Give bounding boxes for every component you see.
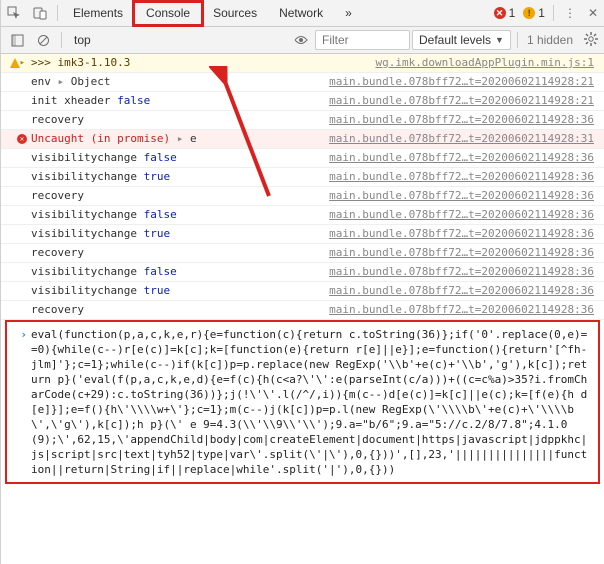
log-row[interactable]: recoverymain.bundle.078bff72…t=202006021… [1, 244, 604, 263]
tabs-overflow[interactable]: » [334, 0, 363, 27]
log-message: recovery [31, 188, 329, 204]
log-source-link[interactable]: main.bundle.078bff72…t=20200602114928:36 [329, 245, 600, 261]
log-message: visibilitychange true [31, 169, 329, 185]
live-expression-icon[interactable] [289, 28, 313, 52]
log-message: recovery [31, 302, 329, 318]
log-source-link[interactable]: main.bundle.078bff72…t=20200602114928:36 [329, 302, 600, 318]
error-icon: ✕ [494, 7, 506, 19]
chevron-down-icon: ▼ [495, 31, 504, 49]
log-row[interactable]: visibilitychange truemain.bundle.078bff7… [1, 168, 604, 187]
log-source-link[interactable]: main.bundle.078bff72…t=20200602114928:36 [329, 112, 600, 128]
log-row[interactable]: visibilitychange falsemain.bundle.078bff… [1, 149, 604, 168]
log-source-link[interactable]: main.bundle.078bff72…t=20200602114928:36 [329, 283, 600, 299]
warning-count-badge[interactable]: ! 1 [523, 6, 545, 20]
log-message: env ▸ Object [31, 74, 329, 90]
separator [61, 32, 62, 48]
log-row[interactable]: ✕ Uncaught (in promise) ▸ emain.bundle.07… [1, 130, 604, 149]
log-source-link[interactable]: main.bundle.078bff72…t=20200602114928:21 [329, 74, 600, 90]
annotation-box: › eval(function(p,a,c,k,e,r){e=function(… [5, 320, 600, 484]
console-toolbar: top Default levels ▼ 1 hidden [1, 27, 604, 54]
svg-text:✕: ✕ [20, 135, 24, 143]
log-source-link[interactable]: main.bundle.078bff72…t=20200602114928:36 [329, 150, 600, 166]
console-input-code[interactable]: eval(function(p,a,c,k,e,r){e=function(c)… [31, 327, 588, 477]
tab-console[interactable]: Console [132, 0, 204, 27]
prompt-caret: › [11, 327, 31, 342]
inspect-icon[interactable] [1, 0, 27, 27]
log-source-link[interactable]: main.bundle.078bff72…t=20200602114928:21 [329, 93, 600, 109]
log-message: Uncaught (in promise) ▸ e [31, 131, 329, 147]
clear-console-icon[interactable] [31, 28, 55, 52]
log-gutter: ▸ [1, 55, 31, 71]
warning-icon: ! [523, 7, 535, 19]
error-count-badge[interactable]: ✕ 1 [494, 6, 516, 20]
separator [517, 32, 518, 48]
sidebar-toggle-icon[interactable] [5, 28, 29, 52]
log-row[interactable]: init xheader falsemain.bundle.078bff72…t… [1, 92, 604, 111]
log-source-link[interactable]: wg.imk.downloadAppPlugin.min.js:1 [375, 55, 600, 71]
log-source-link[interactable]: main.bundle.078bff72…t=20200602114928:36 [329, 264, 600, 280]
log-source-link[interactable]: main.bundle.078bff72…t=20200602114928:36 [329, 207, 600, 223]
log-row[interactable]: recoverymain.bundle.078bff72…t=202006021… [1, 301, 604, 320]
log-levels-label: Default levels [419, 31, 491, 49]
error-icon: ✕ [17, 134, 27, 144]
device-toolbar-icon[interactable] [27, 0, 53, 27]
log-message: recovery [31, 112, 329, 128]
separator [553, 5, 554, 21]
log-row[interactable]: env ▸ Objectmain.bundle.078bff72…t=20200… [1, 73, 604, 92]
separator [57, 5, 58, 21]
log-source-link[interactable]: main.bundle.078bff72…t=20200602114928:31 [329, 131, 600, 147]
devtools-menu-icon[interactable]: ⋮ [558, 6, 582, 20]
console-input-row[interactable]: › eval(function(p,a,c,k,e,r){e=function(… [11, 325, 594, 479]
tab-network[interactable]: Network [268, 0, 334, 27]
context-selector[interactable]: top [68, 33, 178, 47]
console-log-area: ▸>>> imk3-1.10.3wg.imk.downloadAppPlugin… [1, 54, 604, 564]
log-message: visibilitychange false [31, 264, 329, 280]
log-gutter: ✕ [1, 131, 31, 144]
log-row[interactable]: recoverymain.bundle.078bff72…t=202006021… [1, 187, 604, 206]
context-label: top [74, 33, 91, 47]
log-row[interactable]: visibilitychange falsemain.bundle.078bff… [1, 206, 604, 225]
tab-sources[interactable]: Sources [202, 0, 268, 27]
devtools-tabbar: Elements Console Sources Network » ✕ 1 !… [1, 0, 604, 27]
log-row[interactable]: visibilitychange falsemain.bundle.078bff… [1, 263, 604, 282]
error-count: 1 [509, 6, 516, 20]
log-message: init xheader false [31, 93, 329, 109]
tab-elements[interactable]: Elements [62, 0, 134, 27]
log-row[interactable]: ▸>>> imk3-1.10.3wg.imk.downloadAppPlugin… [1, 54, 604, 73]
log-message: visibilitychange true [31, 226, 329, 242]
log-message: recovery [31, 245, 329, 261]
close-icon[interactable]: ✕ [582, 6, 604, 20]
log-message: visibilitychange true [31, 283, 329, 299]
log-row[interactable]: visibilitychange truemain.bundle.078bff7… [1, 282, 604, 301]
warning-icon [10, 58, 20, 68]
log-source-link[interactable]: main.bundle.078bff72…t=20200602114928:36 [329, 188, 600, 204]
log-source-link[interactable]: main.bundle.078bff72…t=20200602114928:36 [329, 169, 600, 185]
log-source-link[interactable]: main.bundle.078bff72…t=20200602114928:36 [329, 226, 600, 242]
log-row[interactable]: recoverymain.bundle.078bff72…t=202006021… [1, 111, 604, 130]
log-message: visibilitychange false [31, 150, 329, 166]
warning-count: 1 [538, 6, 545, 20]
log-levels-select[interactable]: Default levels ▼ [412, 30, 511, 50]
filter-input[interactable] [315, 30, 410, 50]
log-message: visibilitychange false [31, 207, 329, 223]
hidden-messages[interactable]: 1 hidden [524, 33, 576, 47]
log-message: >>> imk3-1.10.3 [31, 55, 375, 71]
settings-icon[interactable] [578, 32, 604, 49]
log-row[interactable]: visibilitychange truemain.bundle.078bff7… [1, 225, 604, 244]
